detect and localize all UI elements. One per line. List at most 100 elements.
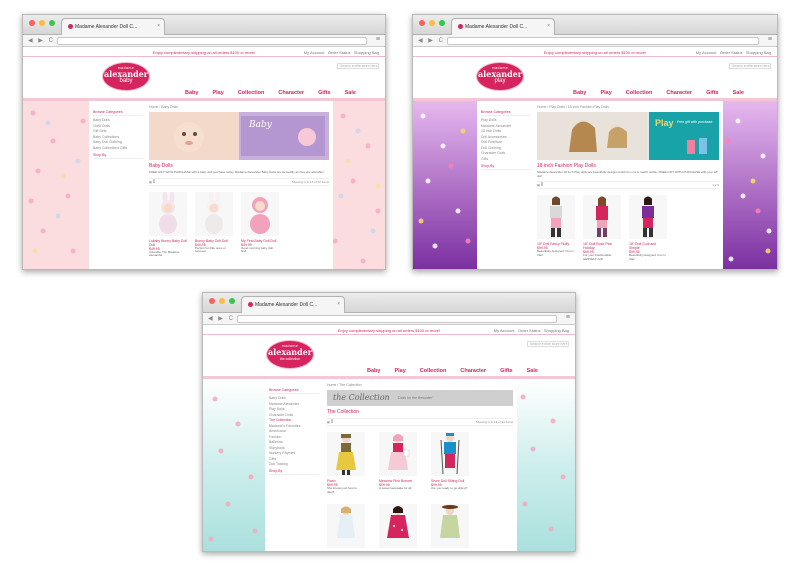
sidebar-item[interactable]: Character Dolls [269, 413, 319, 417]
sidebar-item[interactable]: Play Dolls [269, 407, 319, 411]
sidebar-item[interactable]: Madame Alexander [269, 402, 319, 406]
nav-baby[interactable]: Baby [185, 90, 198, 96]
browser-tab[interactable]: Madame Alexander Doll C... × [241, 296, 345, 313]
sidebar-item[interactable]: Nursery Rhymes [269, 451, 319, 455]
product-card[interactable]: 18" Doll Fancy Fluffy $99.95 Beautifully… [537, 195, 575, 261]
product-card[interactable]: 18" Doll Cool and Simple $99.95 Beautifu… [629, 195, 667, 261]
product-card[interactable] [327, 504, 365, 548]
nav-buttons[interactable]: ◀ ▶ C [418, 37, 445, 44]
browser-menu-icon[interactable]: ≡ [376, 36, 380, 43]
nav-baby[interactable]: Baby [367, 368, 380, 374]
product-image[interactable] [379, 504, 417, 548]
browser-menu-icon[interactable]: ≡ [566, 314, 570, 321]
sidebar-item[interactable]: Cloth Dolls [93, 124, 143, 128]
product-name[interactable]: My First Baby Doll Doll [241, 239, 279, 243]
sidebar-item[interactable]: Doll Clothing [481, 146, 531, 150]
search-input[interactable]: Search entire store here [337, 63, 379, 69]
sidebar-item[interactable]: Ballerina [269, 440, 319, 444]
product-card[interactable] [431, 504, 469, 548]
order-status-link[interactable]: Order Status [720, 50, 743, 55]
nav-collection[interactable]: Collection [420, 368, 447, 374]
pager-pages[interactable]: 1 2 3 [712, 183, 719, 187]
nav-collection[interactable]: Collection [626, 90, 653, 96]
sidebar-item[interactable]: Americana [269, 429, 319, 433]
sidebar-item[interactable]: Baby Collections [93, 135, 143, 139]
nav-character[interactable]: Character [460, 368, 486, 374]
product-image[interactable] [379, 432, 417, 476]
maximize-window-icon[interactable] [229, 298, 235, 304]
sidebar-item[interactable]: Madame's Favorites [269, 424, 319, 428]
sidebar-item[interactable]: Gifts [481, 157, 531, 161]
nav-sale[interactable]: Sale [345, 90, 356, 96]
nav-buttons[interactable]: ◀ ▶ C [208, 315, 235, 322]
product-card[interactable]: Meadow Pink Bonnet $99.95 A sweet keepsa… [379, 432, 417, 494]
product-image[interactable] [583, 195, 621, 239]
sidebar-item[interactable]: Baby Dolls [269, 396, 319, 400]
browser-menu-icon[interactable]: ≡ [768, 36, 772, 43]
nav-gifts[interactable]: Gifts [706, 90, 719, 96]
close-window-icon[interactable] [29, 20, 35, 26]
nav-baby[interactable]: Baby [573, 90, 586, 96]
nav-gifts[interactable]: Gifts [318, 90, 331, 96]
nav-buttons[interactable]: ◀ ▶ C [28, 37, 55, 44]
view-toggle-icon[interactable]: ▦ ≣ [149, 180, 155, 184]
maximize-window-icon[interactable] [439, 20, 445, 26]
nav-gifts[interactable]: Gifts [500, 368, 513, 374]
sidebar-item[interactable]: Doll Trading [269, 462, 319, 466]
product-card[interactable]: Bunny Baby Doll Doll $49.95 Perfect for … [195, 191, 233, 258]
maximize-window-icon[interactable] [49, 20, 55, 26]
close-window-icon[interactable] [209, 298, 215, 304]
my-account-link[interactable]: My Account [696, 50, 717, 55]
product-name[interactable]: Bunny Baby Doll Doll [195, 239, 233, 243]
logo[interactable]: madame alexander the collection [267, 341, 313, 368]
logo[interactable]: madame alexander baby [103, 63, 149, 90]
product-card[interactable]: Snow Doll Skiing Doll $99.95 Are you rea… [431, 432, 469, 494]
sidebar-item[interactable]: Gift Sets [93, 129, 143, 133]
sidebar-item[interactable]: Madame Alexander [481, 124, 531, 128]
close-window-icon[interactable] [419, 20, 425, 26]
sidebar-item[interactable]: Play Dolls [481, 118, 531, 122]
product-card[interactable]: Flash $99.95 She knows just how to dash! [327, 432, 365, 494]
order-status-link[interactable]: Order Status [328, 50, 351, 55]
sidebar-item[interactable]: Storybook [269, 446, 319, 450]
product-card[interactable]: My First Baby Doll Doll $49.95 Good morn… [241, 191, 279, 258]
tab-close-icon[interactable]: × [547, 23, 550, 29]
view-toggle-icon[interactable]: ▦ ≣ [327, 420, 333, 424]
product-name[interactable]: 18" Doll Cool and Simple [629, 242, 667, 250]
shopping-bag-link[interactable]: Shopping Bag [354, 50, 379, 55]
view-toggle-icon[interactable]: ▦ ≣ [537, 183, 543, 187]
sidebar-item[interactable]: Baby Dolls [93, 118, 143, 122]
product-image[interactable] [537, 195, 575, 239]
minimize-window-icon[interactable] [219, 298, 225, 304]
sidebar-item-active[interactable]: The Collection [269, 418, 319, 422]
minimize-window-icon[interactable] [39, 20, 45, 26]
product-name[interactable]: 18" Doll Rose Pink Holiday [583, 242, 621, 250]
search-input[interactable]: Search entire store here [729, 63, 771, 69]
product-image[interactable] [327, 504, 365, 548]
tab-close-icon[interactable]: × [157, 23, 160, 29]
product-image[interactable] [327, 432, 365, 476]
logo[interactable]: madame alexander play [477, 63, 523, 90]
nav-play[interactable]: Play [394, 368, 405, 374]
browser-tab[interactable]: Madame Alexander Doll C... × [61, 18, 165, 35]
sidebar-item[interactable]: Doll Accessories [481, 135, 531, 139]
product-image[interactable] [195, 191, 233, 236]
nav-play[interactable]: Play [600, 90, 611, 96]
sidebar-item[interactable]: Baby Collections Gifts [93, 146, 143, 150]
sidebar-item[interactable]: 18 inch Dolls [481, 129, 531, 133]
nav-sale[interactable]: Sale [733, 90, 744, 96]
search-input[interactable]: Search entire store here [527, 341, 569, 347]
product-image[interactable] [629, 195, 667, 239]
sidebar-item[interactable]: Fashion [269, 435, 319, 439]
nav-collection[interactable]: Collection [238, 90, 265, 96]
minimize-window-icon[interactable] [429, 20, 435, 26]
product-card[interactable] [379, 504, 417, 548]
order-status-link[interactable]: Order Status [518, 328, 541, 333]
product-image[interactable] [241, 191, 279, 236]
url-input[interactable] [237, 315, 557, 323]
sidebar-item[interactable]: Doll Furniture [481, 140, 531, 144]
my-account-link[interactable]: My Account [494, 328, 515, 333]
browser-tab[interactable]: Madame Alexander Doll C... × [451, 18, 555, 35]
my-account-link[interactable]: My Account [304, 50, 325, 55]
tab-close-icon[interactable]: × [337, 301, 340, 307]
